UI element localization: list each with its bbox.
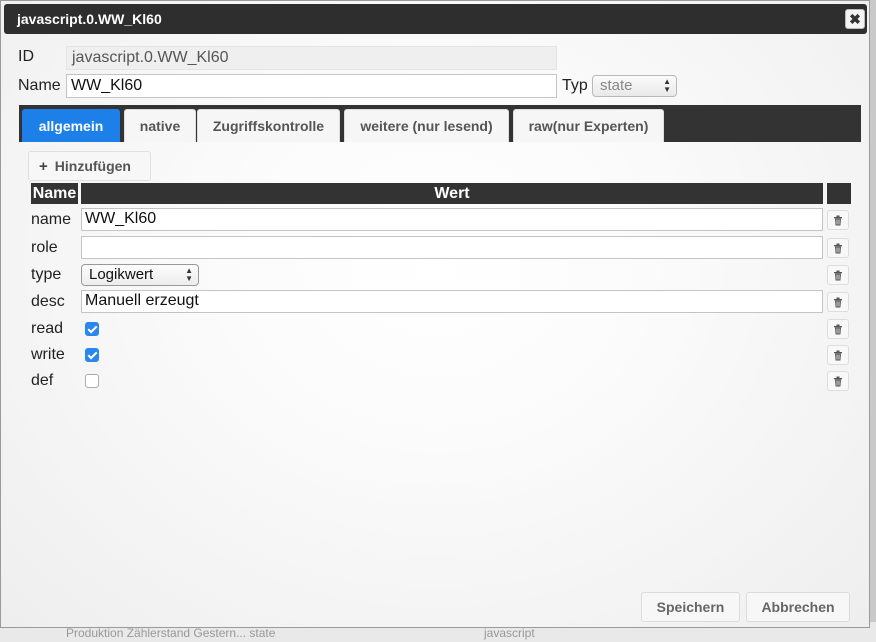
trash-icon[interactable] bbox=[827, 319, 849, 339]
name-value-input[interactable]: WW_Kl60 bbox=[81, 208, 823, 231]
trash-icon[interactable] bbox=[827, 345, 849, 365]
name-label: Name bbox=[18, 77, 61, 94]
name-input[interactable]: WW_Kl60 bbox=[66, 74, 557, 98]
typ-select-value: state bbox=[600, 77, 633, 94]
read-checkbox[interactable] bbox=[85, 322, 99, 336]
type-select-value: Logikwert bbox=[89, 266, 154, 283]
id-label: ID bbox=[18, 48, 34, 65]
background-row-text: Produktion Zählerstand Gestern... state bbox=[66, 626, 276, 640]
select-arrows-icon: ▲ ▼ bbox=[663, 77, 671, 94]
row-label-role: role bbox=[31, 239, 58, 256]
type-value-select[interactable]: Logikwert ▲ ▼ bbox=[81, 264, 199, 286]
tab-native[interactable]: native bbox=[124, 109, 196, 142]
object-edit-dialog: javascript.0.WW_Kl60 ✖ ID javascript.0.W… bbox=[0, 0, 870, 628]
background-row-text-2: javascript bbox=[484, 626, 535, 640]
trash-icon[interactable] bbox=[827, 265, 849, 285]
plus-icon: + bbox=[39, 158, 48, 175]
tab-raw[interactable]: raw(nur Experten) bbox=[513, 109, 664, 142]
trash-icon[interactable] bbox=[827, 210, 849, 230]
def-checkbox[interactable] bbox=[85, 374, 99, 388]
tab-bar: allgemein native Zugriffskontrolle weite… bbox=[19, 105, 861, 142]
tab-allgemein[interactable]: allgemein bbox=[22, 109, 120, 142]
column-header-name: Name bbox=[31, 183, 78, 204]
typ-select[interactable]: state ▲ ▼ bbox=[592, 75, 677, 97]
row-label-read: read bbox=[31, 320, 64, 337]
id-field: javascript.0.WW_Kl60 bbox=[66, 46, 557, 70]
tab-zugriffskontrolle[interactable]: Zugriffskontrolle bbox=[197, 109, 340, 142]
trash-icon[interactable] bbox=[827, 292, 849, 312]
cancel-button[interactable]: Abbrechen bbox=[746, 592, 850, 622]
typ-label: Typ bbox=[562, 77, 588, 94]
select-arrows-icon: ▲ ▼ bbox=[185, 266, 193, 283]
column-header-actions bbox=[827, 183, 851, 204]
trash-icon[interactable] bbox=[827, 238, 849, 258]
save-button[interactable]: Speichern bbox=[641, 592, 740, 622]
row-label-def: def bbox=[31, 372, 54, 389]
close-icon[interactable]: ✖ bbox=[845, 9, 865, 29]
role-value-input[interactable] bbox=[81, 236, 823, 259]
row-label-name: name bbox=[31, 211, 72, 228]
trash-icon[interactable] bbox=[827, 371, 849, 391]
dialog-title: javascript.0.WW_Kl60 bbox=[17, 11, 162, 27]
row-label-write: write bbox=[31, 346, 65, 363]
row-label-desc: desc bbox=[31, 293, 65, 310]
row-label-type: type bbox=[31, 266, 62, 283]
dialog-titlebar: javascript.0.WW_Kl60 ✖ bbox=[4, 4, 867, 34]
add-button-label: Hinzufügen bbox=[54, 158, 131, 174]
write-checkbox[interactable] bbox=[85, 348, 99, 362]
add-button[interactable]: + Hinzufügen bbox=[28, 151, 151, 181]
tab-weitere[interactable]: weitere (nur lesend) bbox=[344, 109, 509, 142]
column-header-wert: Wert bbox=[81, 183, 823, 204]
desc-value-input[interactable]: Manuell erzeugt bbox=[81, 290, 823, 313]
